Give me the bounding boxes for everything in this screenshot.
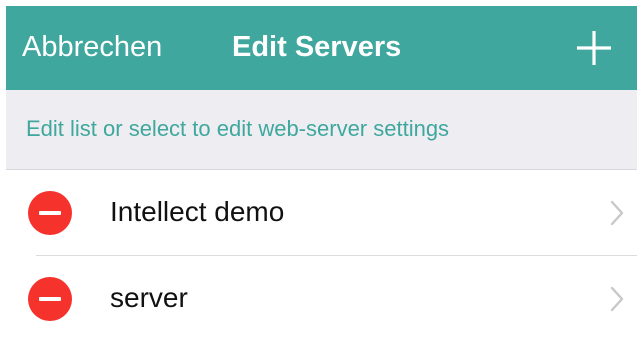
server-row[interactable]: Intellect demo <box>6 170 637 256</box>
delete-minus-icon[interactable] <box>28 277 72 321</box>
delete-minus-icon[interactable] <box>28 191 72 235</box>
hint-text: Edit list or select to edit web-server s… <box>26 116 450 141</box>
navigation-bar: Abbrechen Edit Servers <box>6 6 637 90</box>
add-server-button[interactable] <box>574 28 614 68</box>
server-row[interactable]: server <box>6 256 637 342</box>
server-list: Intellect demo server <box>6 170 637 341</box>
chevron-right-icon <box>610 286 624 312</box>
hint-section: Edit list or select to edit web-server s… <box>6 90 637 170</box>
server-name: server <box>110 282 188 313</box>
chevron-right-icon <box>610 200 624 226</box>
cancel-button[interactable]: Abbrechen <box>22 26 162 68</box>
server-name: Intellect demo <box>110 196 285 227</box>
plus-icon <box>577 31 611 65</box>
page-title: Edit Servers <box>232 31 402 63</box>
